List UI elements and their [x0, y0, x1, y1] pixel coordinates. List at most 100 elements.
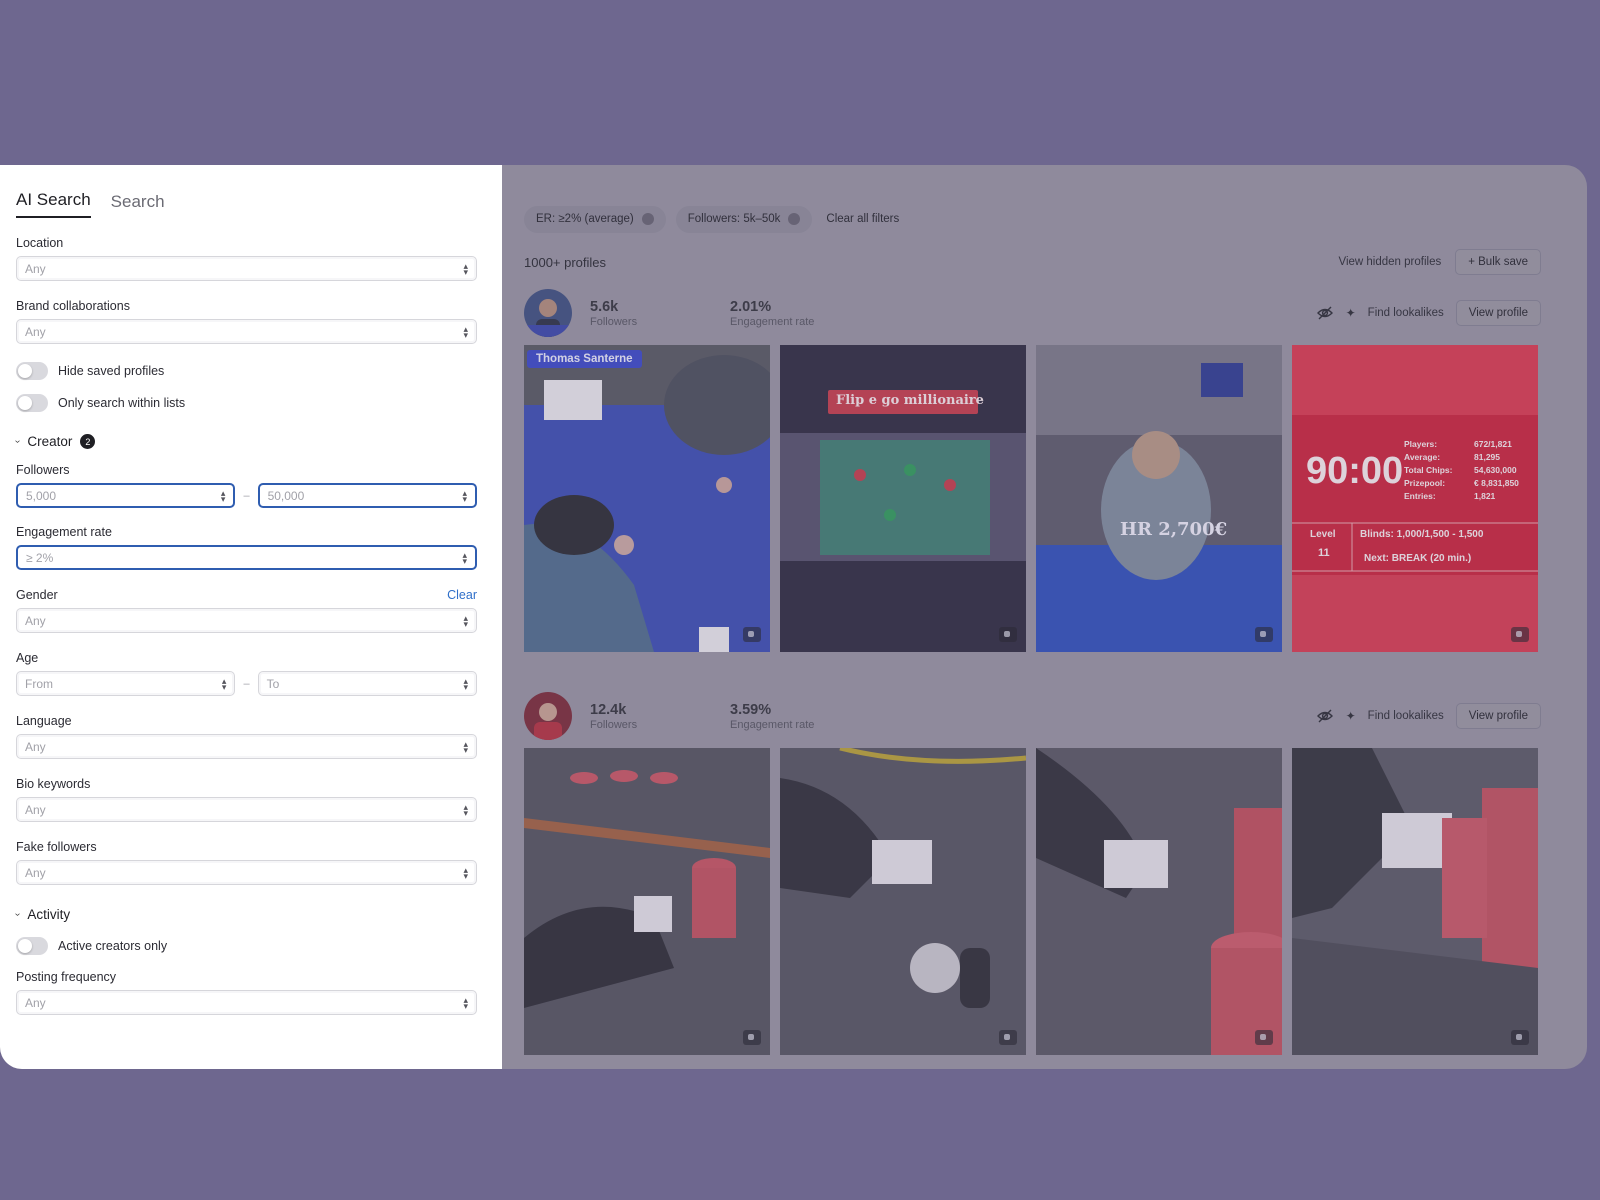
post-thumbnail[interactable]: HR 2,700€ — [1036, 345, 1282, 652]
engagement-rate-value: ≥ 2% — [26, 550, 54, 565]
tournament-stats: Players: 672/1,821 Average: 81,295 Total C… — [1404, 439, 1534, 501]
engagement-rate-select[interactable]: ≥ 2% ▴ ▾ — [16, 545, 477, 570]
followers-to-value: 50,000 — [267, 488, 305, 503]
bulk-save-button[interactable]: + Bulk save — [1455, 249, 1541, 275]
followers-stat-label: Followers — [590, 718, 638, 731]
language-select[interactable]: Any ▴ ▾ — [16, 734, 477, 759]
followers-from-select[interactable]: 5,000 ▴ ▾ — [16, 483, 236, 508]
age-label: Age — [16, 651, 477, 665]
age-label-text: Age — [16, 651, 39, 665]
chevron-down-icon: › — [12, 439, 24, 444]
gender-select[interactable]: Any ▴ ▾ — [16, 608, 477, 633]
app-window: AI Search Search Location Any ▴ ▾ Brand co… — [0, 165, 1587, 1069]
language-label: Language — [16, 714, 477, 728]
bio-keywords-label: Bio keywords — [16, 777, 477, 791]
creator-section-header[interactable]: › Creator 2 — [12, 434, 477, 449]
profile-header: 5.6k Followers 2.01% Engagement rate ✦ F… — [524, 289, 1541, 337]
post-thumbnail[interactable]: 90:00 Players: 672/1,821 Average: 81,295 T… — [1292, 345, 1538, 652]
followers-stat: 12.4k Followers — [590, 702, 710, 731]
active-creators-toggle[interactable] — [16, 937, 48, 955]
video-icon — [743, 1030, 761, 1045]
chevron-updown-icon: ▴ ▾ — [463, 994, 468, 1011]
followers-stat-label: Followers — [590, 315, 638, 328]
location-label: Location — [16, 236, 477, 250]
age-to-value: To — [266, 676, 280, 691]
followers-stat: 5.6k Followers — [590, 299, 710, 328]
followers-to-select[interactable]: 50,000 ▴ ▾ — [257, 483, 477, 508]
fake-followers-label-text: Fake followers — [16, 840, 97, 854]
profile-card: 5.6k Followers 2.01% Engagement rate ✦ F… — [524, 289, 1541, 652]
view-profile-button[interactable]: View profile — [1455, 703, 1541, 729]
post-thumbnail[interactable] — [524, 748, 770, 1055]
stat-value: 54,630,000 — [1474, 465, 1517, 475]
lists-only-toggle[interactable] — [16, 394, 48, 412]
creator-name-tag: Thomas Santerne — [527, 350, 642, 368]
search-tabs: AI Search Search — [16, 165, 477, 218]
find-lookalikes-button[interactable]: Find lookalikes — [1368, 710, 1444, 722]
chevron-updown-icon: ▴ ▾ — [462, 487, 467, 504]
age-from-select[interactable]: From ▴ ▾ — [16, 671, 236, 696]
range-dash: – — [243, 677, 250, 690]
clear-all-filters-link[interactable]: Clear all filters — [826, 213, 899, 225]
fake-followers-select[interactable]: Any ▴ ▾ — [16, 860, 477, 885]
profile-actions: ✦ Find lookalikes View profile — [1316, 703, 1541, 729]
post-thumbnail[interactable] — [780, 748, 1026, 1055]
posting-frequency-select[interactable]: Any ▴ ▾ — [16, 990, 477, 1015]
active-creators-label: Active creators only — [58, 939, 168, 953]
hide-profile-icon[interactable] — [1316, 707, 1334, 725]
followers-label: Followers — [16, 463, 477, 477]
gender-value: Any — [25, 613, 46, 628]
bio-keywords-value: Any — [25, 802, 46, 817]
remove-filter-icon[interactable] — [788, 213, 801, 225]
view-hidden-profiles-link[interactable]: View hidden profiles — [1339, 256, 1442, 268]
filter-chip-er[interactable]: ER: ≥2% (average) — [524, 205, 666, 233]
sparkle-icon: ✦ — [1345, 306, 1356, 320]
remove-filter-icon[interactable] — [641, 213, 654, 225]
stat-label: Entries: — [1404, 491, 1436, 501]
gender-clear-link[interactable]: Clear — [447, 588, 477, 602]
engagement-stat-label: Engagement rate — [730, 718, 815, 731]
profile-card: 12.4k Followers 3.59% Engagement rate ✦ … — [524, 692, 1541, 1055]
video-icon — [1255, 1030, 1273, 1045]
filter-chip-followers[interactable]: Followers: 5k–50k — [675, 205, 813, 233]
posting-frequency-value: Any — [25, 995, 46, 1010]
hide-saved-toggle[interactable] — [16, 362, 48, 380]
active-filter-count-badge: 2 — [80, 434, 96, 449]
view-profile-button[interactable]: View profile — [1455, 300, 1541, 326]
post-thumbnail[interactable] — [1036, 748, 1282, 1055]
tab-search[interactable]: Search — [111, 192, 165, 218]
activity-section-title: Activity — [27, 907, 71, 922]
level-label: Level — [1310, 529, 1336, 540]
brand-collaborations-label: Brand collaborations — [16, 299, 477, 313]
tab-ai-search[interactable]: AI Search — [16, 190, 91, 218]
stat-value: 1,821 — [1474, 491, 1496, 501]
bio-keywords-select[interactable]: Any ▴ ▾ — [16, 797, 477, 822]
find-lookalikes-button[interactable]: Find lookalikes — [1368, 307, 1444, 319]
filter-chip-label: ER: ≥2% (average) — [536, 213, 634, 225]
engagement-rate-label: Engagement rate — [16, 525, 477, 539]
results-toolbar: 1000+ profiles View hidden profiles + Bu… — [524, 247, 1541, 277]
post-grid — [524, 748, 1541, 1055]
stat-value: 81,295 — [1474, 452, 1500, 462]
active-filter-chips: ER: ≥2% (average) Followers: 5k–50k Clea… — [524, 205, 1541, 233]
level-number: 11 — [1318, 547, 1330, 559]
hide-profile-icon[interactable] — [1316, 304, 1334, 322]
post-thumbnail[interactable]: Flip e go millionaire — [780, 345, 1026, 652]
age-to-select[interactable]: To ▴ ▾ — [257, 671, 477, 696]
avatar[interactable] — [524, 289, 572, 337]
post-thumbnail[interactable]: Thomas Santerne — [524, 345, 770, 652]
chevron-updown-icon: ▴ ▾ — [463, 801, 468, 818]
avatar[interactable] — [524, 692, 572, 740]
chevron-updown-icon: ▴ ▾ — [463, 323, 468, 340]
hide-saved-row: Hide saved profiles — [16, 362, 477, 380]
chevron-updown-icon: ▴ ▾ — [221, 675, 227, 692]
brand-collaborations-select[interactable]: Any ▴ ▾ — [16, 319, 477, 344]
location-select[interactable]: Any ▴ ▾ — [16, 256, 477, 281]
engagement-rate-label-text: Engagement rate — [16, 525, 112, 539]
brand-collaborations-value: Any — [25, 324, 46, 339]
activity-section-header[interactable]: › Activity — [12, 907, 477, 922]
post-thumbnail[interactable] — [1292, 748, 1538, 1055]
chevron-updown-icon: ▴ ▾ — [462, 549, 467, 566]
video-icon — [999, 627, 1017, 642]
stat-label: Average: — [1404, 452, 1441, 462]
